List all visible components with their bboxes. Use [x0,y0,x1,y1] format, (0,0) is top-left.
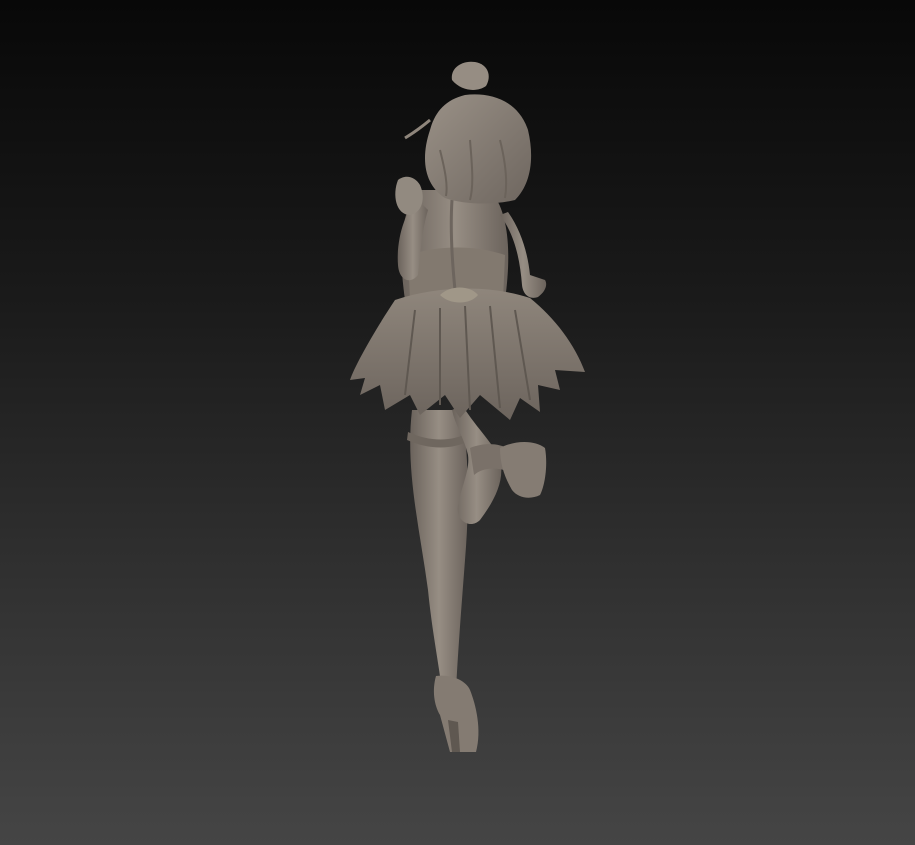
standing-leg [410,410,468,690]
figure [350,61,585,752]
sculpt-render [350,61,585,752]
hair [425,94,532,204]
hair-bun [451,61,489,90]
ahoge-strand [404,118,431,140]
raised-hand [395,176,423,215]
sculpt-viewport[interactable] [0,0,915,845]
raised-shoe [500,442,547,498]
